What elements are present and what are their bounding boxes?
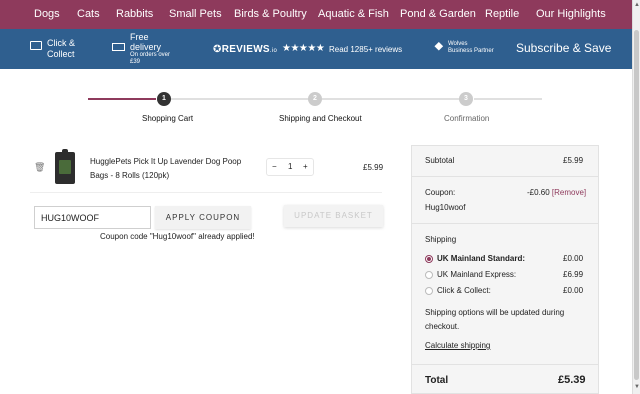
product-image[interactable] xyxy=(55,149,75,184)
summary-divider-1 xyxy=(412,176,598,177)
free-delivery-promo[interactable]: Free delivery On orders over £39 xyxy=(112,32,170,66)
free-delivery-line-1: Free xyxy=(130,32,149,42)
nav-item-pond-garden[interactable]: Pond & Garden xyxy=(400,8,476,20)
update-basket-button[interactable]: UPDATE BASKET xyxy=(284,205,383,227)
apply-coupon-button[interactable]: APPLY COUPON xyxy=(155,206,251,229)
reviews-io-logo[interactable]: ✪REVIEWS.io xyxy=(213,44,277,55)
coupon-code-input[interactable] xyxy=(34,206,151,229)
reviews-io-brand-icon: ✪ xyxy=(213,44,222,55)
trash-icon[interactable]: 🗑 xyxy=(34,162,45,173)
delivery-truck-icon xyxy=(112,43,125,51)
shipping-note-line-1: Shipping options will be updated during xyxy=(425,308,565,317)
nav-item-birds-poultry[interactable]: Birds & Poultry xyxy=(234,8,307,20)
click-collect-line-2: Collect xyxy=(47,49,75,59)
quantity-decrease-button[interactable]: − xyxy=(272,162,277,171)
store-icon xyxy=(30,41,42,50)
quantity-stepper: − 1 + xyxy=(266,158,314,176)
reviews-brand-text: REVIEWS xyxy=(221,44,270,55)
calculate-shipping-link[interactable]: Calculate shipping xyxy=(425,341,490,350)
product-name-link[interactable]: HugglePets Pick It Up Lavender Dog Poop … xyxy=(90,155,255,183)
progress-line-done xyxy=(88,98,156,100)
total-value: £5.39 xyxy=(558,374,586,386)
free-delivery-line-3: On orders over xyxy=(130,52,171,58)
item-price: £5.99 xyxy=(363,163,384,172)
step-1-label: Shopping Cart xyxy=(142,114,194,123)
shipping-option-click-collect[interactable]: Click & Collect: xyxy=(437,286,491,295)
step-2-circle: 2 xyxy=(308,92,322,106)
shipping-option-express[interactable]: UK Mainland Express: xyxy=(437,270,516,279)
nav-item-rabbits[interactable]: Rabbits xyxy=(116,8,153,20)
subscribe-save-link[interactable]: Subscribe & Save xyxy=(516,41,611,55)
wolves-icon: ⯁ xyxy=(434,40,444,54)
click-collect-line-1: Click & xyxy=(47,38,76,48)
quantity-value[interactable]: 1 xyxy=(288,162,292,171)
quantity-increase-button[interactable]: + xyxy=(303,162,308,171)
coupon-discount-value: -£0.60 xyxy=(527,188,550,197)
nav-item-dogs[interactable]: Dogs xyxy=(34,8,60,20)
shipping-radio-express[interactable] xyxy=(425,271,433,279)
step-1-circle: 1 xyxy=(157,92,171,106)
shipping-price-standard: £0.00 xyxy=(563,254,584,263)
subtotal-value: £5.99 xyxy=(563,156,584,165)
click-collect-promo[interactable]: Click & Collect xyxy=(30,38,75,60)
shipping-label: Shipping xyxy=(425,235,457,244)
shipping-option-standard[interactable]: UK Mainland Standard: xyxy=(437,254,525,263)
coupon-label: Coupon: xyxy=(425,188,456,197)
nav-item-cats[interactable]: Cats xyxy=(77,8,100,20)
progress-line-2 xyxy=(322,98,460,100)
shipping-radio-standard[interactable] xyxy=(425,255,433,263)
coupon-discount: -£0.60 [Remove] xyxy=(527,188,586,197)
wolves-line-2: Business Partner xyxy=(448,48,494,54)
promo-banner: Click & Collect Free delivery On orders … xyxy=(0,29,632,69)
shipping-radio-click-collect[interactable] xyxy=(425,287,433,295)
remove-coupon-link[interactable]: [Remove] xyxy=(552,188,586,197)
shipping-price-click-collect: £0.00 xyxy=(563,286,584,295)
total-label: Total xyxy=(425,375,449,386)
summary-divider-2 xyxy=(412,223,598,224)
scroll-up-arrow-icon[interactable]: ▲ xyxy=(634,2,640,8)
wolves-partner-badge: ⯁ Wolves Business Partner xyxy=(434,41,494,55)
order-summary: Subtotal £5.99 Coupon: Hug10woof -£0.60 … xyxy=(411,145,599,394)
summary-divider-3 xyxy=(412,364,598,365)
wolves-line-1: Wolves xyxy=(448,41,468,47)
cart-divider xyxy=(30,192,382,193)
shipping-note-line-2: checkout. xyxy=(425,322,460,331)
step-3-circle: 3 xyxy=(459,92,473,106)
reviews-brand-suffix: .io xyxy=(269,48,278,54)
read-reviews-link[interactable]: Read 1285+ reviews xyxy=(329,45,402,54)
nav-item-aquatic-fish[interactable]: Aquatic & Fish xyxy=(318,8,389,20)
rating-stars: ★★★★★ xyxy=(282,43,325,54)
main-nav: Dogs Cats Rabbits Small Pets Birds & Pou… xyxy=(0,0,632,29)
nav-item-reptile[interactable]: Reptile xyxy=(485,8,519,20)
free-delivery-line-2: delivery xyxy=(130,42,162,52)
page-scrollbar[interactable]: ▲ ▼ xyxy=(632,0,640,394)
step-3-label: Confirmation xyxy=(444,114,490,123)
shipping-price-express: £6.99 xyxy=(563,270,584,279)
scroll-down-arrow-icon[interactable]: ▼ xyxy=(634,384,640,390)
progress-line-1 xyxy=(170,98,310,100)
scrollbar-thumb[interactable] xyxy=(634,30,639,380)
nav-item-our-highlights[interactable]: Our Highlights xyxy=(536,8,606,20)
progress-line-3 xyxy=(474,98,542,100)
step-2-label: Shipping and Checkout xyxy=(279,114,362,123)
nav-item-small-pets[interactable]: Small Pets xyxy=(169,8,222,20)
coupon-applied-message: Coupon code "Hug10woof" already applied! xyxy=(100,232,255,241)
free-delivery-line-4: £39 xyxy=(130,59,141,65)
subtotal-label: Subtotal xyxy=(425,156,455,165)
applied-coupon-code: Hug10woof xyxy=(425,203,466,212)
